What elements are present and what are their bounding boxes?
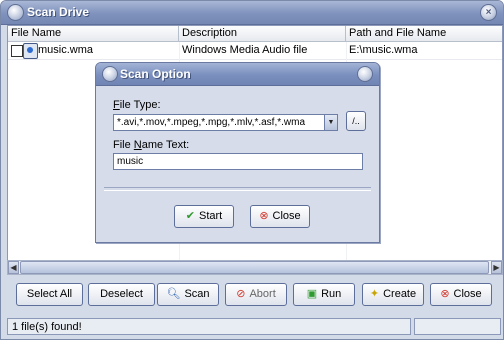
run-icon: ▣ bbox=[306, 288, 318, 300]
abort-label: Abort bbox=[249, 288, 276, 300]
file-type-select[interactable]: *.avi,*.mov,*.mpeg,*.mpg,*.mlv,*.asf,*.w… bbox=[113, 114, 338, 131]
scroll-left-arrow[interactable]: ◀ bbox=[8, 261, 19, 274]
dialog-close-label: Close bbox=[272, 210, 301, 222]
status-bar: 1 file(s) found! bbox=[7, 318, 501, 335]
scan-drive-window: Scan Drive × File Name Description Path … bbox=[0, 0, 504, 340]
create-icon: ✦ bbox=[369, 288, 380, 300]
file-name-cell: music.wma bbox=[38, 44, 94, 56]
deselect-button[interactable]: Deselect bbox=[88, 283, 155, 306]
column-header-description[interactable]: Description bbox=[179, 26, 346, 41]
close-label: Close bbox=[453, 288, 482, 300]
browse-button[interactable]: /.. bbox=[346, 111, 366, 131]
column-header-path[interactable]: Path and File Name bbox=[346, 26, 502, 41]
scan-option-dialog: Scan Option File Type: *.avi,*.mov,*.mpe… bbox=[95, 62, 380, 243]
scan-button[interactable]: 🔍︎ Scan bbox=[157, 283, 219, 306]
window-close-button[interactable]: × bbox=[480, 4, 497, 21]
dialog-divider bbox=[104, 187, 371, 191]
dialog-title-bar[interactable]: Scan Option bbox=[96, 63, 379, 86]
scroll-right-arrow[interactable]: ▶ bbox=[491, 261, 502, 274]
magnifier-icon: 🔍︎ bbox=[166, 288, 181, 300]
dialog-close-action-button[interactable]: ⊗ Close bbox=[250, 205, 310, 228]
create-label: Create bbox=[383, 288, 417, 300]
close-button[interactable]: ⊗ Close bbox=[430, 283, 492, 306]
select-all-button[interactable]: Select All bbox=[16, 283, 83, 306]
file-name-text-input[interactable]: music bbox=[113, 153, 363, 170]
run-label: Run bbox=[321, 288, 342, 300]
stop-icon: ⊘ bbox=[236, 288, 246, 300]
app-icon bbox=[7, 4, 24, 21]
list-header: File Name Description Path and File Name bbox=[8, 26, 502, 42]
dialog-close-button[interactable] bbox=[357, 66, 373, 82]
file-type-label: File Type: bbox=[113, 99, 161, 111]
description-cell: Windows Media Audio file bbox=[182, 44, 308, 56]
run-button[interactable]: ▣ Run bbox=[293, 283, 355, 306]
abort-button[interactable]: ⊘ Abort bbox=[225, 283, 287, 306]
close-icon: ⊗ bbox=[259, 210, 269, 222]
scan-label: Scan bbox=[184, 288, 210, 300]
file-name-text-label: File Name Text: bbox=[113, 139, 190, 151]
chevron-down-icon[interactable]: ▼ bbox=[324, 114, 338, 131]
status-message: 1 file(s) found! bbox=[7, 318, 411, 335]
horizontal-scrollbar[interactable]: ◀ ▶ bbox=[7, 260, 503, 275]
dialog-title: Scan Option bbox=[120, 67, 191, 81]
table-row[interactable]: music.wma Windows Media Audio file E:\mu… bbox=[8, 42, 502, 60]
window-title: Scan Drive bbox=[27, 5, 90, 19]
path-cell: E:\music.wma bbox=[349, 44, 418, 56]
row-checkbox[interactable] bbox=[11, 45, 23, 57]
select-all-label: Select All bbox=[26, 288, 73, 300]
title-bar[interactable]: Scan Drive × bbox=[1, 1, 503, 25]
dialog-icon bbox=[102, 66, 118, 82]
start-button[interactable]: ✔ Start bbox=[174, 205, 234, 228]
start-label: Start bbox=[198, 210, 223, 222]
column-header-file-name[interactable]: File Name bbox=[8, 26, 179, 41]
create-button[interactable]: ✦ Create bbox=[362, 283, 424, 306]
scroll-thumb[interactable] bbox=[20, 261, 489, 274]
status-panel bbox=[414, 318, 501, 335]
deselect-label: Deselect bbox=[100, 288, 143, 300]
close-icon: × bbox=[485, 7, 492, 18]
close-icon: ⊗ bbox=[440, 288, 450, 300]
check-icon: ✔ bbox=[185, 210, 195, 222]
